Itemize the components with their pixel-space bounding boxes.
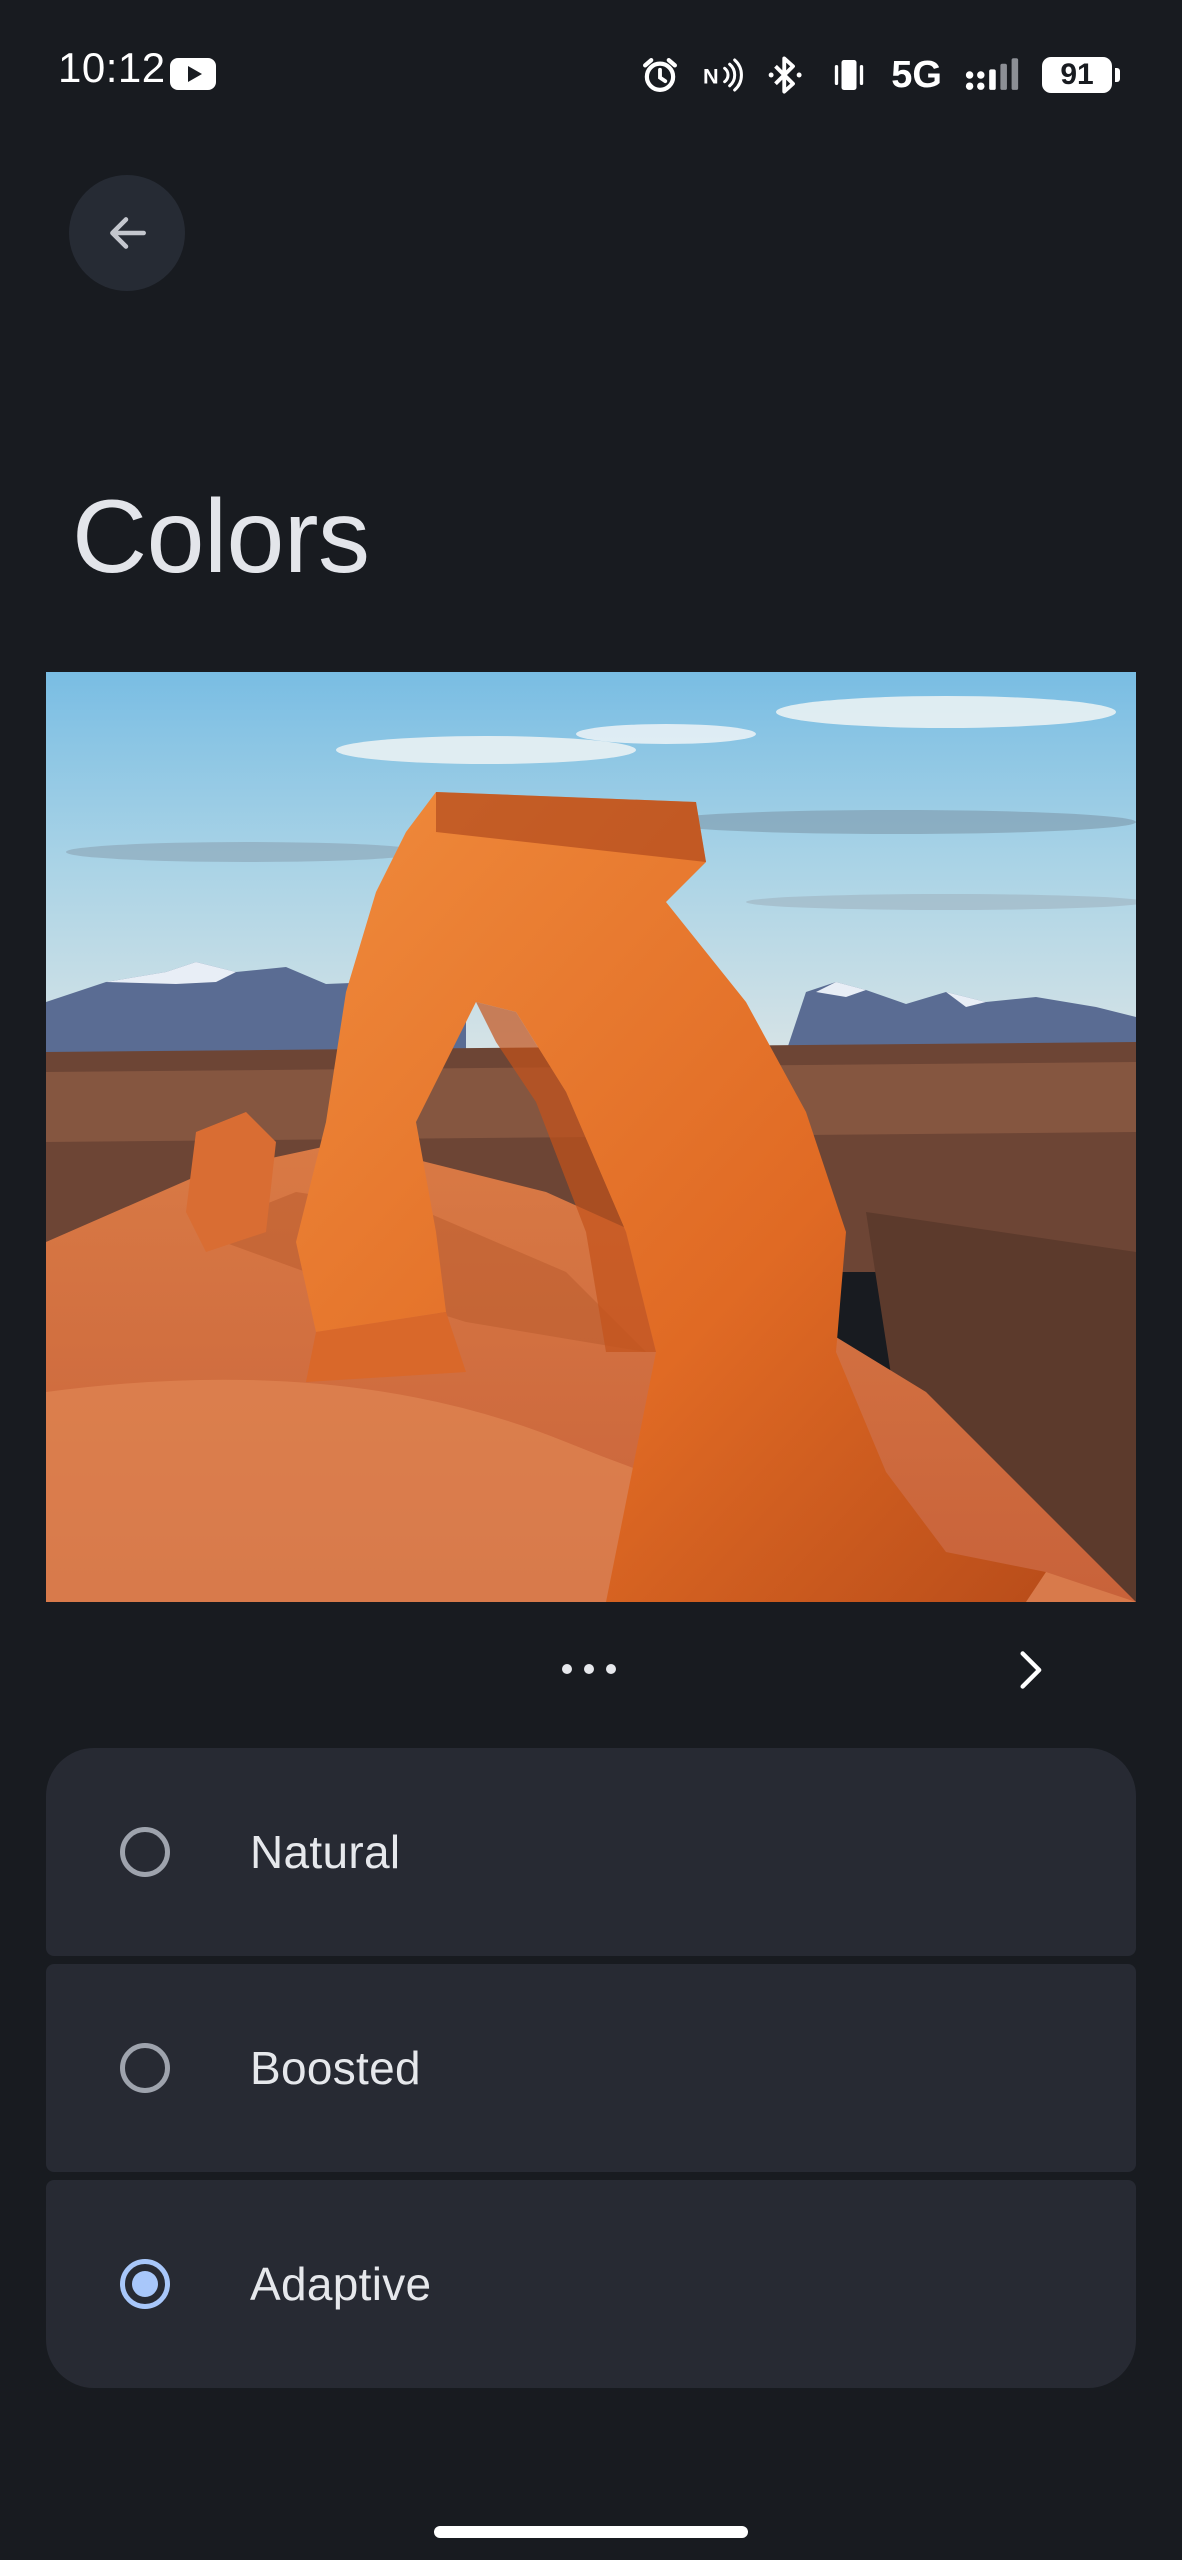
next-preview-button[interactable] (1000, 1640, 1060, 1700)
network-type: 5G (891, 53, 942, 96)
back-button[interactable] (69, 175, 185, 291)
option-label: Natural (250, 1826, 401, 1878)
option-boosted[interactable]: Boosted (46, 1964, 1136, 2172)
preview-image (46, 672, 1136, 1602)
radio-button-checked[interactable] (120, 2259, 170, 2309)
status-bar: 10:12 N 5G 91 (0, 0, 1182, 150)
status-time: 10:12 (58, 44, 166, 91)
pager-dot (562, 1664, 572, 1674)
pager-indicator (562, 1664, 616, 1674)
youtube-icon (170, 58, 216, 90)
svg-text:N: N (703, 63, 719, 88)
bluetooth-icon (765, 54, 807, 96)
arrow-left-icon (110, 217, 146, 249)
battery-icon: 91 (1042, 57, 1120, 93)
signal-icon (964, 56, 1020, 94)
option-label: Adaptive (250, 2258, 432, 2310)
radio-button-unchecked[interactable] (120, 2043, 170, 2093)
option-natural[interactable]: Natural (46, 1748, 1136, 1956)
radio-button-unchecked[interactable] (120, 1827, 170, 1877)
pager-dot (584, 1664, 594, 1674)
alarm-icon (639, 54, 681, 96)
color-mode-options: Natural Boosted Adaptive (46, 1748, 1136, 2388)
page-title: Colors (72, 479, 370, 595)
option-label: Boosted (250, 2042, 421, 2094)
vibrate-icon (829, 55, 869, 95)
status-icons: N 5G 91 (639, 50, 1120, 100)
gesture-nav-handle[interactable] (434, 2526, 748, 2538)
option-adaptive[interactable]: Adaptive (46, 2180, 1136, 2388)
nfc-icon: N (703, 58, 744, 92)
pager-dot (606, 1664, 616, 1674)
chevron-right-icon (1020, 1651, 1042, 1689)
